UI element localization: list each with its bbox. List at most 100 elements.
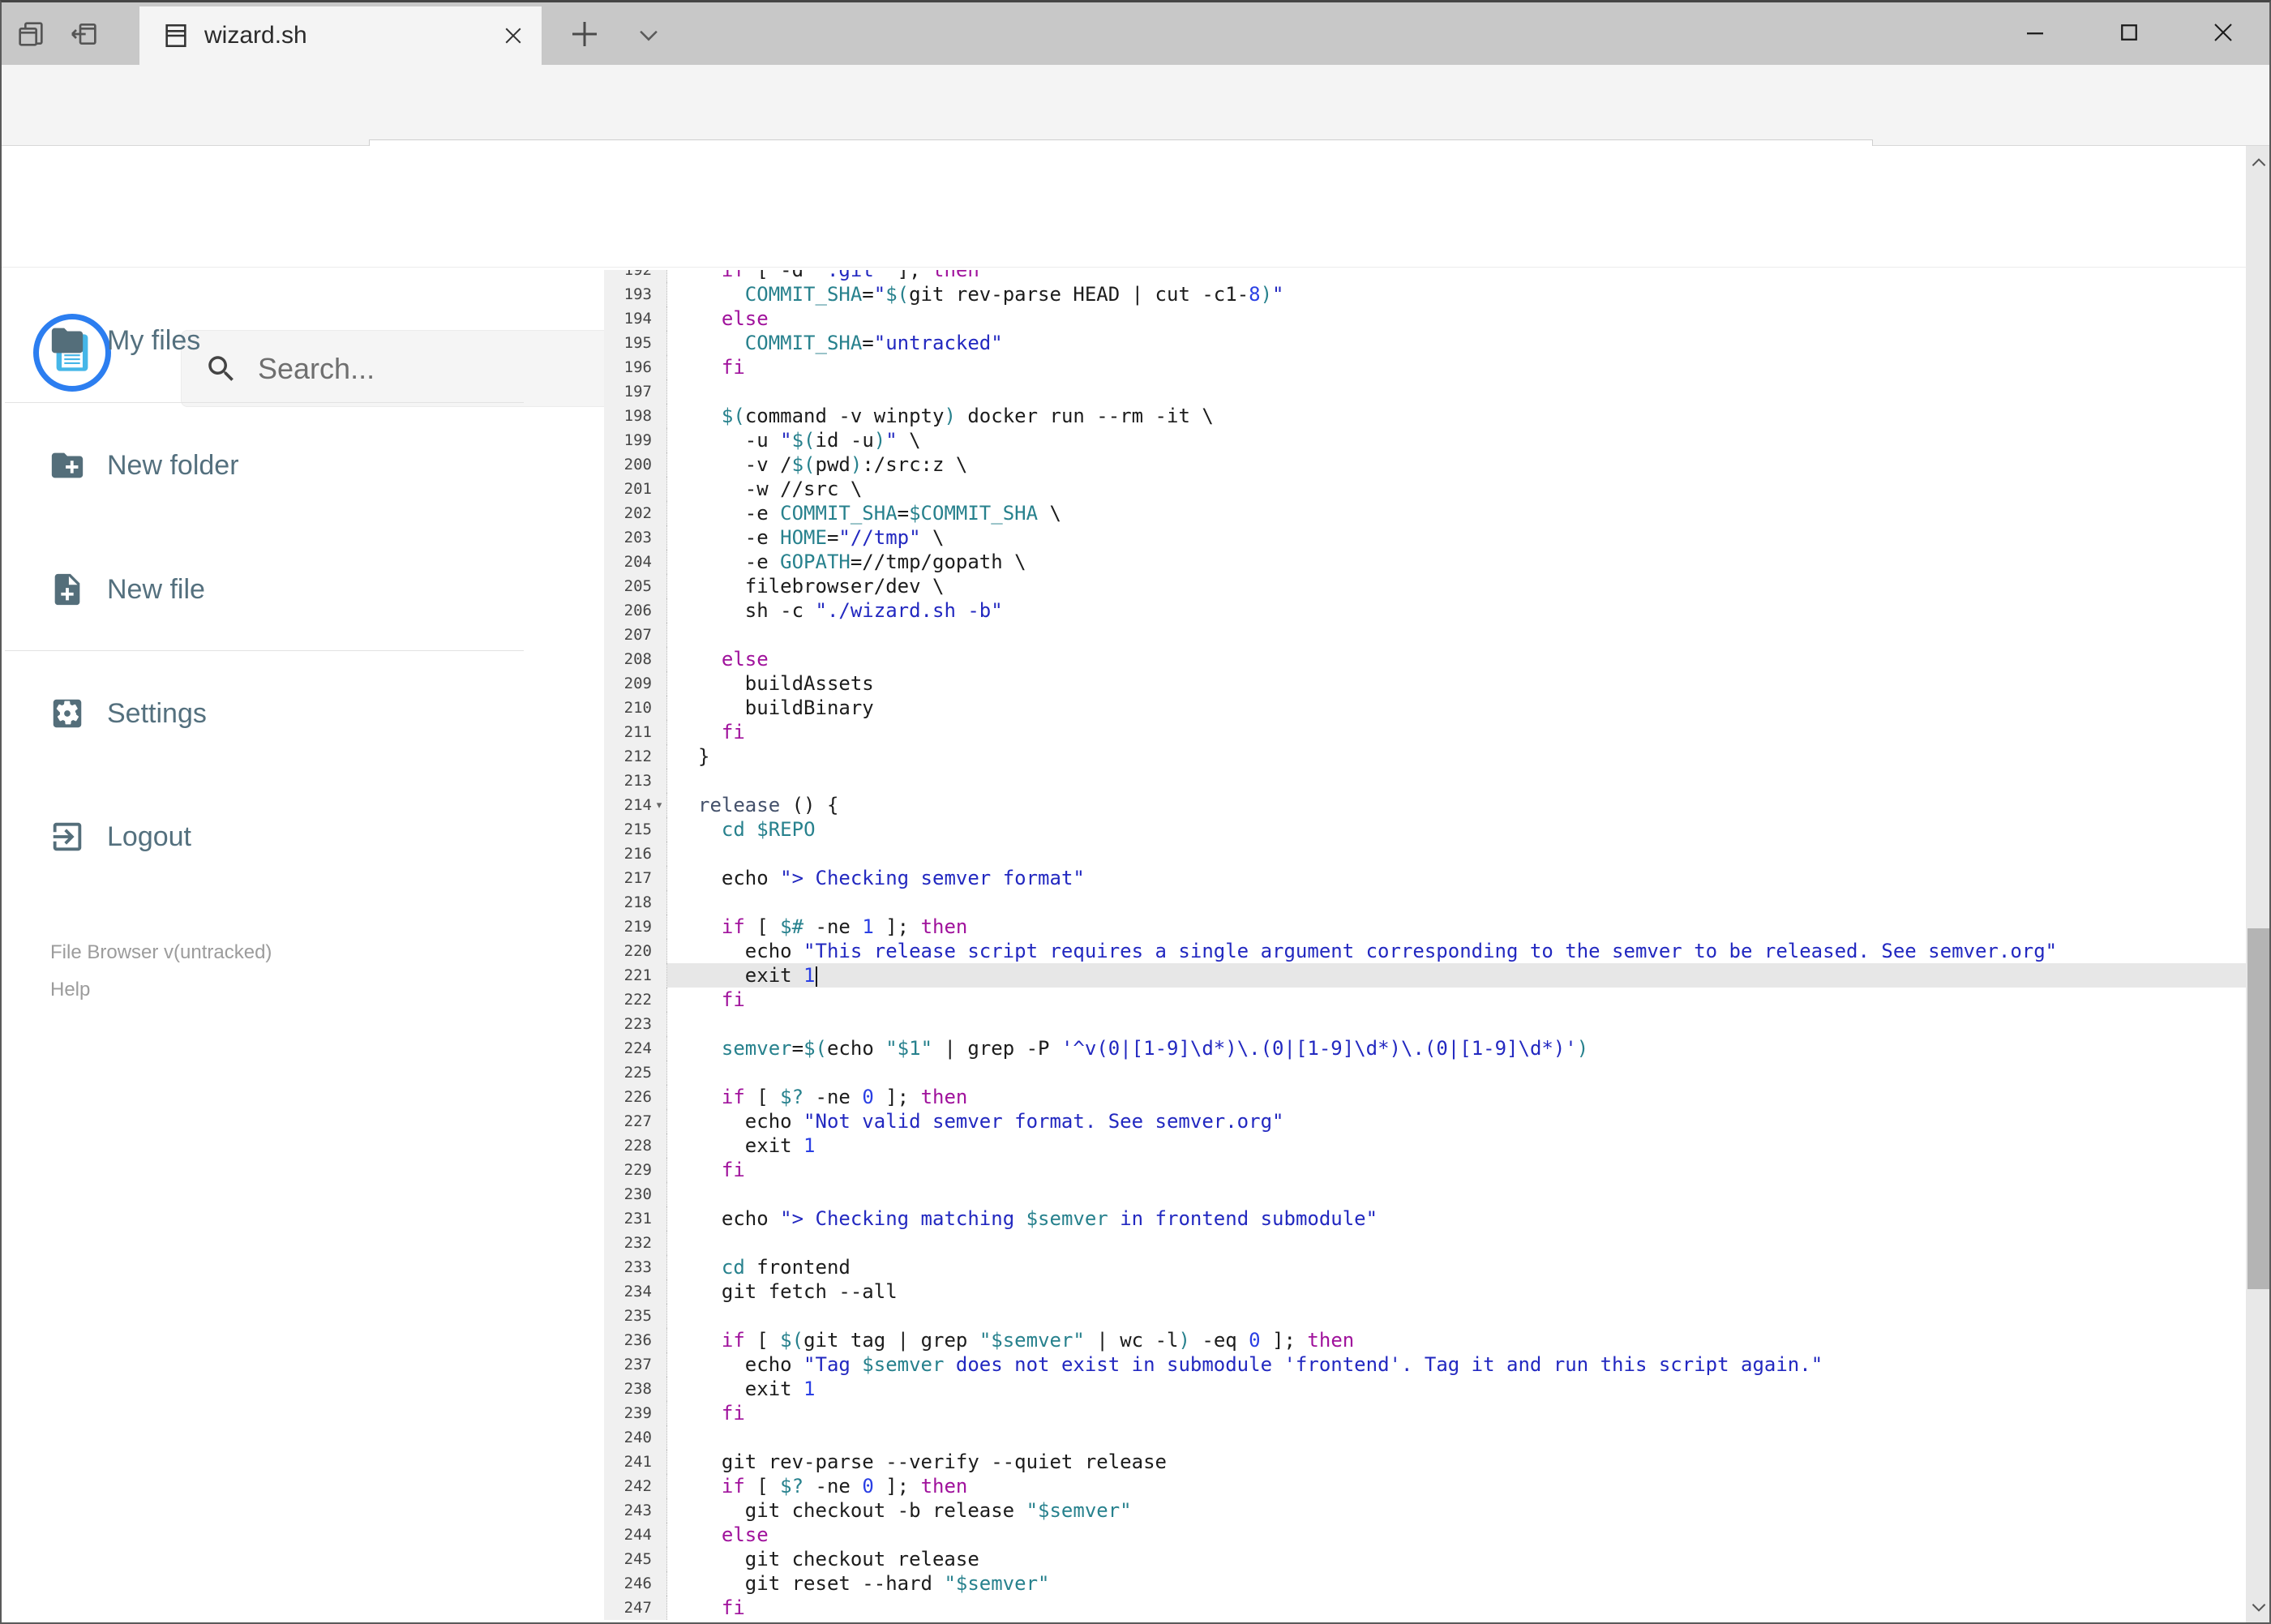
line-number: 216 <box>604 842 667 866</box>
code-line-242[interactable]: 242 if [ $? -ne 0 ]; then <box>604 1474 2246 1498</box>
code-line-193[interactable]: 193 COMMIT_SHA="$(git rev-parse HEAD | c… <box>604 282 2246 306</box>
line-number: 236 <box>604 1328 667 1352</box>
sidebar-item-label: Logout <box>107 821 191 852</box>
code-line-211[interactable]: 211 fi <box>604 720 2246 744</box>
code-line-239[interactable]: 239 fi <box>604 1401 2246 1425</box>
code-line-200[interactable]: 200 -v /$(pwd):/src:z \ <box>604 452 2246 477</box>
page-scrollbar[interactable] <box>2246 146 2271 1624</box>
new-tab-button[interactable] <box>566 18 603 50</box>
code-line-229[interactable]: 229 fi <box>604 1158 2246 1182</box>
code-line-208[interactable]: 208 else <box>604 647 2246 671</box>
code-line-205[interactable]: 205 filebrowser/dev \ <box>604 574 2246 598</box>
code-line-196[interactable]: 196 fi <box>604 355 2246 379</box>
code-line-228[interactable]: 228 exit 1 <box>604 1133 2246 1158</box>
code-line-218[interactable]: 218 <box>604 890 2246 915</box>
code-line-220[interactable]: 220 echo "This release script requires a… <box>604 939 2246 963</box>
code-line-201[interactable]: 201 -w //src \ <box>604 477 2246 501</box>
fold-marker-icon[interactable]: ▾ <box>652 793 666 817</box>
line-number: 247 <box>604 1596 667 1620</box>
code-line-227[interactable]: 227 echo "Not valid semver format. See s… <box>604 1109 2246 1133</box>
new-folder-icon <box>51 452 84 478</box>
code-line-216[interactable]: 216 <box>604 842 2246 866</box>
code-line-240[interactable]: 240 <box>604 1425 2246 1450</box>
browser-tab[interactable]: wizard.sh <box>139 6 542 65</box>
code-line-214[interactable]: 214 ▾ release () { <box>604 793 2246 817</box>
code-line-206[interactable]: 206 sh -c "./wizard.sh -b" <box>604 598 2246 623</box>
line-number: 195 <box>604 331 667 355</box>
code-line-246[interactable]: 246 git reset --hard "$semver" <box>604 1571 2246 1596</box>
code-line-236[interactable]: 236 if [ $(git tag | grep "$semver" | wc… <box>604 1328 2246 1352</box>
code-line-204[interactable]: 204 -e GOPATH=//tmp/gopath \ <box>604 550 2246 574</box>
code-line-195[interactable]: 195 COMMIT_SHA="untracked" <box>604 331 2246 355</box>
sidebar-item-my-files[interactable]: My files <box>49 312 503 369</box>
scroll-up-icon[interactable] <box>2246 149 2271 177</box>
line-number: 206 <box>604 598 667 623</box>
maximize-button[interactable] <box>2093 11 2166 54</box>
code-line-244[interactable]: 244 else <box>604 1523 2246 1547</box>
help-link[interactable]: Help <box>50 971 272 1009</box>
sidebar-item-settings[interactable]: Settings <box>49 685 503 742</box>
scroll-down-icon[interactable] <box>2246 1593 2271 1621</box>
scrollbar-thumb[interactable] <box>2247 928 2269 1289</box>
line-number: 229 <box>604 1158 667 1182</box>
code-line-233[interactable]: 233 cd frontend <box>604 1255 2246 1279</box>
code-line-224[interactable]: 224 semver=$(echo "$1" | grep -P '^v(0|[… <box>604 1036 2246 1061</box>
logout-icon <box>53 822 82 851</box>
code-line-215[interactable]: 215 cd $REPO <box>604 817 2246 842</box>
code-line-221[interactable]: 221 exit 1 <box>604 963 2246 988</box>
code-line-245[interactable]: 245 git checkout release <box>604 1547 2246 1571</box>
line-number: 239 <box>604 1401 667 1425</box>
code-editor[interactable]: 192 if [ -d ".git" ]; then 193 COMMIT_SHA… <box>604 270 2246 1624</box>
line-number: 201 <box>604 477 667 501</box>
code-line-238[interactable]: 238 exit 1 <box>604 1377 2246 1401</box>
code-line-209[interactable]: 209 buildAssets <box>604 671 2246 696</box>
code-line-217[interactable]: 217 echo "> Checking semver format" <box>604 866 2246 890</box>
tab-preview-icon[interactable] <box>15 18 47 50</box>
line-number: 219 <box>604 915 667 939</box>
code-line-223[interactable]: 223 <box>604 1012 2246 1036</box>
code-line-202[interactable]: 202 -e COMMIT_SHA=$COMMIT_SHA \ <box>604 501 2246 525</box>
code-line-207[interactable]: 207 <box>604 623 2246 647</box>
code-line-199[interactable]: 199 -u "$(id -u)" \ <box>604 428 2246 452</box>
code-line-231[interactable]: 231 echo "> Checking matching $semver in… <box>604 1206 2246 1231</box>
sidebar-item-new-folder[interactable]: New folder <box>49 437 503 494</box>
code-line-226[interactable]: 226 if [ $? -ne 0 ]; then <box>604 1085 2246 1109</box>
code-line-230[interactable]: 230 <box>604 1182 2246 1206</box>
line-number: 223 <box>604 1012 667 1036</box>
code-line-194[interactable]: 194 else <box>604 306 2246 331</box>
code-line-234[interactable]: 234 git fetch --all <box>604 1279 2246 1304</box>
tab-list-chevron-icon[interactable] <box>631 21 666 49</box>
code-line-235[interactable]: 235 <box>604 1304 2246 1328</box>
code-line-203[interactable]: 203 -e HOME="//tmp" \ <box>604 525 2246 550</box>
line-number: 243 <box>604 1498 667 1523</box>
sidebar-item-new-file[interactable]: New file <box>49 561 503 618</box>
line-number: 215 <box>604 817 667 842</box>
line-number: 238 <box>604 1377 667 1401</box>
code-line-198[interactable]: 198 $(command -v winpty) docker run --rm… <box>604 404 2246 428</box>
sidebar-item-logout[interactable]: Logout <box>49 808 503 865</box>
close-button[interactable] <box>2187 11 2260 54</box>
line-number: 209 <box>604 671 667 696</box>
code-line-213[interactable]: 213 <box>604 769 2246 793</box>
code-line-237[interactable]: 237 echo "Tag $semver does not exist in … <box>604 1352 2246 1377</box>
code-line-225[interactable]: 225 <box>604 1061 2246 1085</box>
code-line-197[interactable]: 197 <box>604 379 2246 404</box>
code-line-232[interactable]: 232 <box>604 1231 2246 1255</box>
line-number: 235 <box>604 1304 667 1328</box>
code-line-212[interactable]: 212} <box>604 744 2246 769</box>
line-number: 197 <box>604 379 667 404</box>
code-line-192[interactable]: 192 if [ -d ".git" ]; then <box>604 270 2246 282</box>
tabs-aside-icon[interactable] <box>68 18 101 50</box>
code-line-219[interactable]: 219 if [ $# -ne 1 ]; then <box>604 915 2246 939</box>
code-line-210[interactable]: 210 buildBinary <box>604 696 2246 720</box>
code-line-243[interactable]: 243 git checkout -b release "$semver" <box>604 1498 2246 1523</box>
line-number: 244 <box>604 1523 667 1547</box>
tab-close-icon[interactable] <box>485 6 542 65</box>
line-number: 217 <box>604 866 667 890</box>
code-line-222[interactable]: 222 fi <box>604 988 2246 1012</box>
line-number: 202 <box>604 501 667 525</box>
code-line-247[interactable]: 247 fi <box>604 1596 2246 1620</box>
minimize-button[interactable] <box>1999 11 2072 54</box>
line-number: 214 ▾ <box>604 793 667 817</box>
code-line-241[interactable]: 241 git rev-parse --verify --quiet relea… <box>604 1450 2246 1474</box>
